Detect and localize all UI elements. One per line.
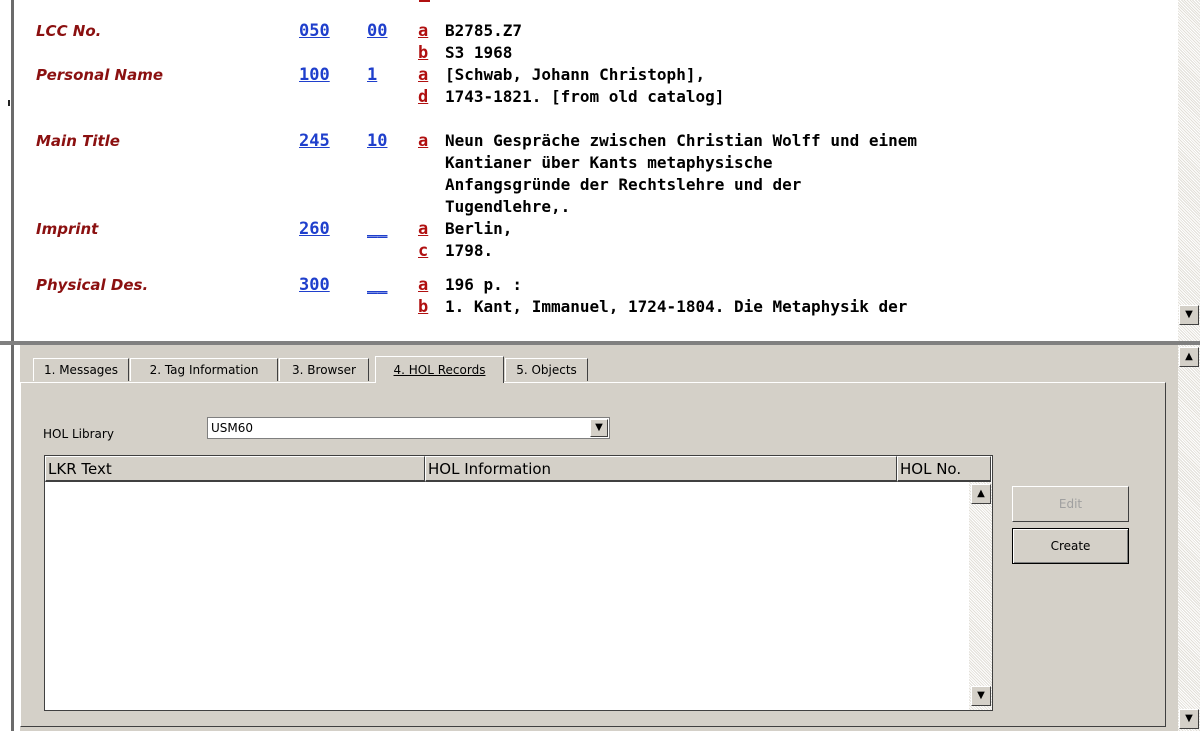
subfield-text: 1743-1821. [from old catalog] bbox=[445, 87, 725, 106]
subfield-text: 196 p. : bbox=[445, 275, 523, 294]
subfield-code[interactable]: a bbox=[418, 20, 432, 42]
left-splitter-bar[interactable] bbox=[11, 0, 14, 731]
tab-objects[interactable]: 5. Objects bbox=[505, 358, 588, 381]
left-splitter-mark bbox=[8, 100, 10, 106]
scroll-up-arrow-icon[interactable]: ▲ bbox=[971, 484, 991, 504]
field-tag[interactable]: 050 bbox=[299, 20, 347, 42]
field-label: Personal Name bbox=[36, 66, 164, 84]
record-row: LCC No. 050 00 a B2785.Z7 bbox=[20, 20, 1178, 42]
scroll-down-arrow-icon[interactable]: ▼ bbox=[1179, 709, 1199, 729]
subfield-code[interactable]: b bbox=[418, 296, 432, 318]
field-label: LCC No. bbox=[36, 22, 102, 40]
record-row: Anfangsgründe der Rechtslehre und der bbox=[20, 174, 1178, 196]
tab-messages[interactable]: 1. Messages bbox=[33, 358, 129, 381]
subfield-text: B2785.Z7 bbox=[445, 21, 523, 40]
scroll-down-arrow-icon[interactable]: ▼ bbox=[1179, 305, 1199, 325]
scroll-down-arrow-icon[interactable]: ▼ bbox=[971, 686, 991, 706]
tab-browser[interactable]: 3. Browser bbox=[279, 358, 369, 381]
column-header-hol-information[interactable]: HOL Information bbox=[425, 456, 897, 482]
hol-library-label: HOL Library bbox=[43, 427, 114, 441]
record-row: Physical Des. 300 __ a 196 p. : bbox=[20, 274, 1178, 296]
field-tag[interactable]: 245 bbox=[299, 130, 347, 152]
record-row: Main Title 245 10 a Neun Gespräche zwisc… bbox=[20, 130, 1178, 152]
subfield-text: [Schwab, Johann Christoph], bbox=[445, 65, 706, 84]
subfield-text: Neun Gespräche zwischen Christian Wolff … bbox=[445, 131, 918, 150]
field-indicator[interactable]: 10 bbox=[367, 130, 401, 152]
field-indicator[interactable]: 00 bbox=[367, 20, 401, 42]
field-tag[interactable]: 300 bbox=[299, 274, 347, 296]
record-row: Imprint 260 __ a Berlin, bbox=[20, 218, 1178, 240]
record-row: Kantianer über Kants metaphysische bbox=[20, 152, 1178, 174]
field-label: Main Title bbox=[36, 132, 120, 150]
lower-panel-scrollbar[interactable]: ▲ ▼ bbox=[1178, 345, 1200, 731]
subfield-code[interactable]: a bbox=[418, 64, 432, 86]
lower-panel: 1. Messages 2. Tag Information 3. Browse… bbox=[20, 345, 1178, 731]
subfield-text: Kantianer über Kants metaphysische bbox=[445, 153, 773, 172]
subfield-code[interactable]: c bbox=[418, 240, 432, 262]
tab-tag-information[interactable]: 2. Tag Information bbox=[130, 358, 278, 381]
hol-table: LKR Text HOL Information HOL No. ▲ ▼ bbox=[44, 455, 993, 711]
record-row: b S3 1968 bbox=[20, 42, 1178, 64]
record-pane: LCC No. 050 00 a B2785.Z7 b S3 1968 Pers… bbox=[20, 0, 1178, 341]
record-row: Tugendlehre,. bbox=[20, 196, 1178, 218]
record-row: Personal Name 100 1 a [Schwab, Johann Ch… bbox=[20, 64, 1178, 86]
field-tag[interactable]: 260 bbox=[299, 218, 347, 240]
left-margin bbox=[0, 0, 20, 731]
field-tag[interactable]: 100 bbox=[299, 64, 347, 86]
dropdown-arrow-icon[interactable]: ▼ bbox=[590, 419, 608, 437]
record-scrollbar[interactable]: ▼ bbox=[1178, 0, 1200, 341]
scroll-up-arrow-icon[interactable]: ▲ bbox=[1179, 347, 1199, 367]
subfield-code[interactable]: a bbox=[418, 218, 432, 240]
hol-table-scrollbar[interactable]: ▲ ▼ bbox=[969, 482, 992, 710]
tab-hol-records[interactable]: 4. HOL Records bbox=[375, 356, 504, 383]
edit-button[interactable]: Edit bbox=[1012, 486, 1129, 522]
hol-library-value: USM60 bbox=[211, 421, 254, 435]
column-header-lkr-text[interactable]: LKR Text bbox=[45, 456, 425, 482]
subfield-code[interactable]: b bbox=[418, 42, 432, 64]
subfield-code[interactable]: a bbox=[418, 130, 432, 152]
hol-table-body[interactable] bbox=[45, 482, 969, 710]
subfield-text: Anfangsgründe der Rechtslehre und der bbox=[445, 175, 802, 194]
field-indicator[interactable]: 1 bbox=[367, 64, 401, 86]
field-label: Imprint bbox=[36, 220, 99, 238]
subfield-text: 1. Kant, Immanuel, 1724-1804. Die Metaph… bbox=[445, 297, 908, 316]
subfield-code[interactable]: d bbox=[418, 86, 432, 108]
subfield-text: S3 1968 bbox=[445, 43, 513, 62]
cursor-marker bbox=[419, 0, 430, 2]
create-button[interactable]: Create bbox=[1012, 528, 1129, 564]
subfield-text: Berlin, bbox=[445, 219, 513, 238]
field-indicator[interactable]: __ bbox=[367, 218, 401, 240]
hol-library-select[interactable]: USM60 ▼ bbox=[207, 417, 610, 439]
subfield-code[interactable]: a bbox=[418, 274, 432, 296]
record-scroll-track[interactable] bbox=[1178, 0, 1200, 341]
subfield-text: Tugendlehre,. bbox=[445, 197, 571, 216]
record-row: b 1. Kant, Immanuel, 1724-1804. Die Meta… bbox=[20, 296, 1178, 318]
field-indicator[interactable]: __ bbox=[367, 274, 401, 296]
record-row: d 1743-1821. [from old catalog] bbox=[20, 86, 1178, 108]
field-label: Physical Des. bbox=[36, 276, 149, 294]
subfield-text: 1798. bbox=[445, 241, 494, 260]
column-header-hol-no[interactable]: HOL No. bbox=[897, 456, 991, 482]
record-row: c 1798. bbox=[20, 240, 1178, 262]
